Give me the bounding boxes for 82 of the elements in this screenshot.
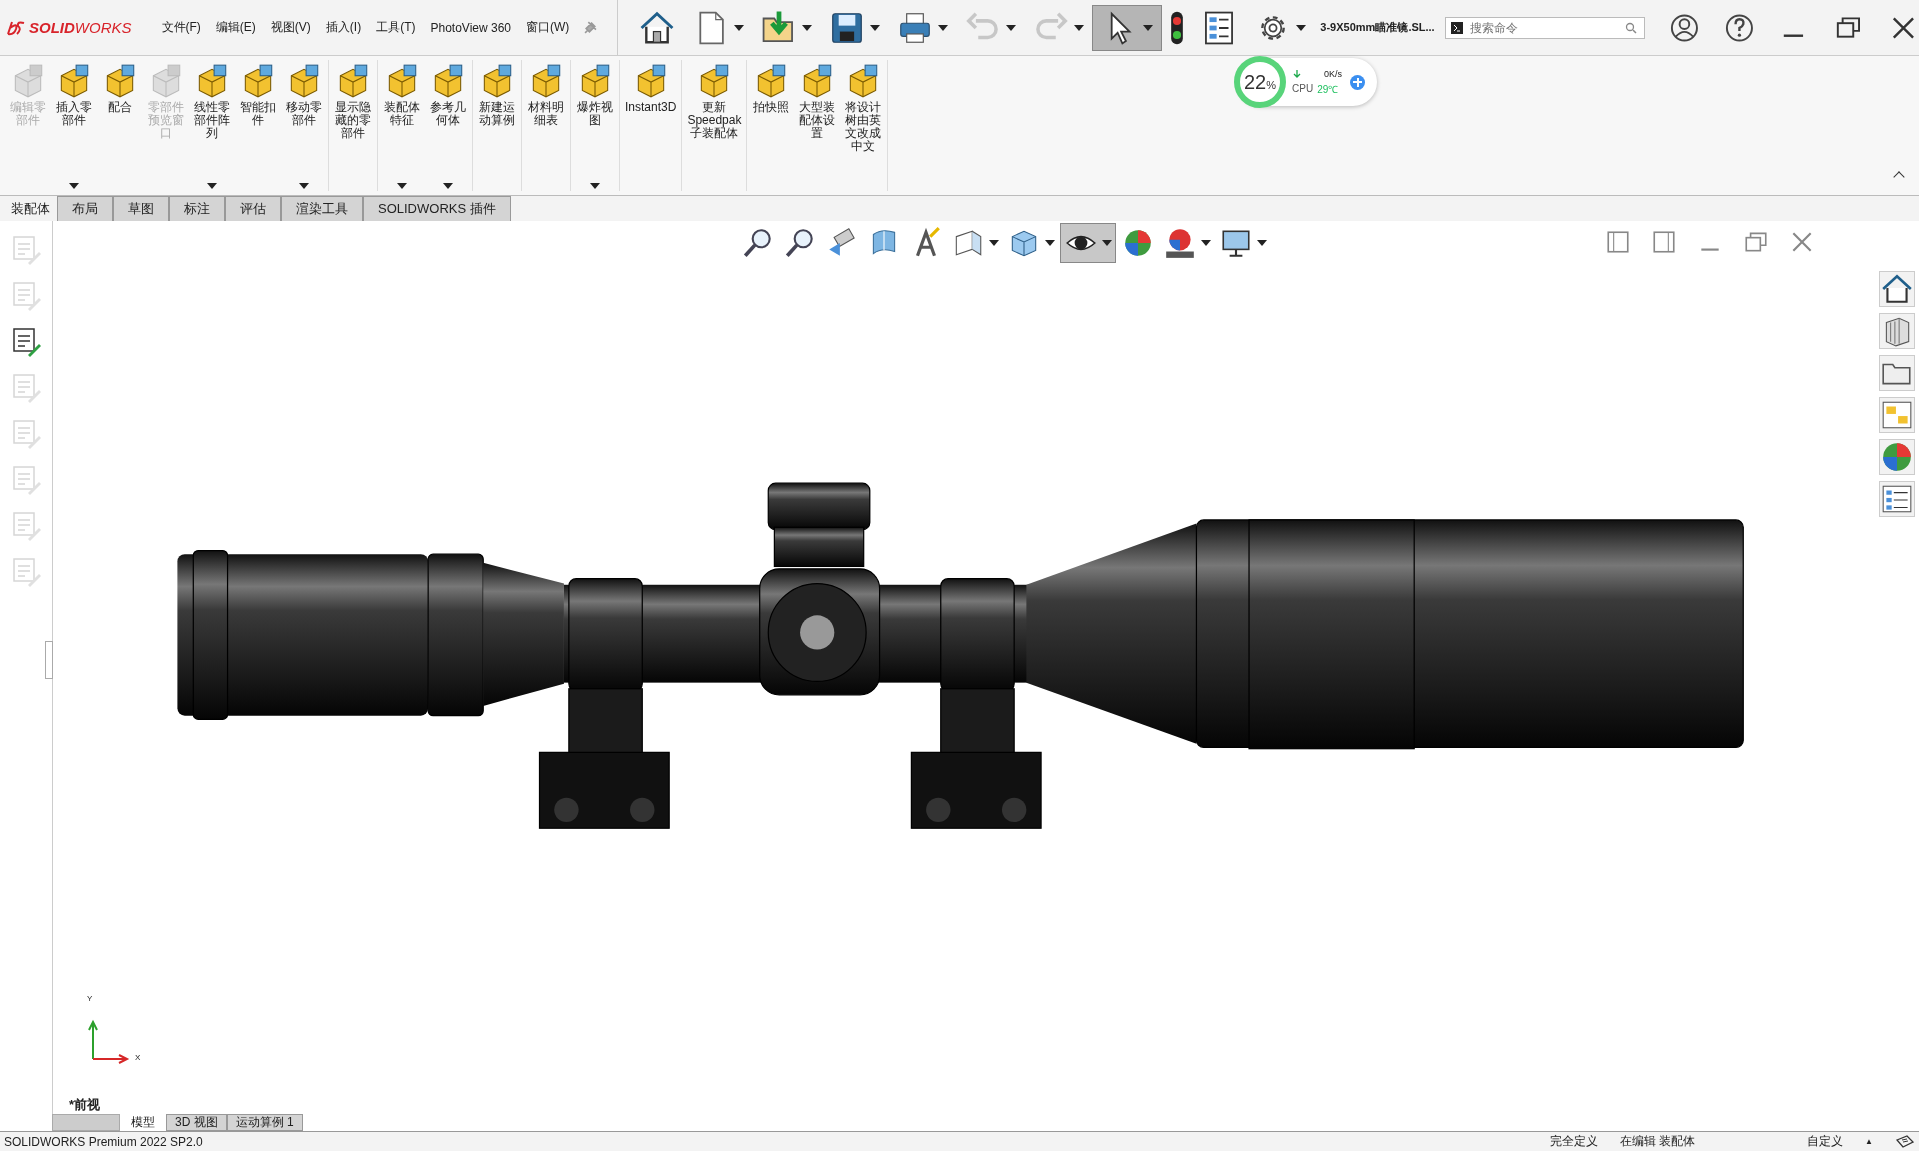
ribbon-button[interactable]: 将设计树由英文改成中文 [841, 60, 886, 195]
pin-icon[interactable] [584, 21, 598, 34]
caret-icon[interactable] [1257, 240, 1267, 246]
scene-icon [1163, 226, 1197, 260]
tile-left-icon[interactable] [1605, 229, 1631, 255]
status-text: 在编辑 装配体 [1619, 1133, 1696, 1150]
caret-icon[interactable] [938, 24, 949, 31]
command-tab[interactable]: 布局 [57, 196, 113, 221]
document-title: 3-9X50mm瞄准镜.SL... [1320, 20, 1435, 35]
ribbon-button[interactable]: 智能扣件 [236, 60, 280, 195]
ribbon-button[interactable]: 配合 [98, 60, 142, 195]
ribbon-button[interactable]: 大型装配体设置 [795, 60, 840, 195]
layout-icon[interactable] [1879, 397, 1915, 433]
ribbon-button[interactable]: 装配体特征 [380, 60, 424, 195]
command-tab[interactable]: 草图 [113, 196, 169, 221]
axis-label: Y [87, 994, 93, 1003]
caret-icon [590, 183, 600, 189]
search-icon[interactable] [1624, 21, 1637, 34]
caret-icon [397, 183, 407, 189]
book-icon[interactable] [1879, 313, 1915, 349]
logo-icon [6, 19, 26, 36]
home-icon[interactable] [1879, 271, 1915, 307]
ribbon-button[interactable]: 新建运动算例 [475, 60, 519, 195]
ribbon-button[interactable]: 拍快照 [749, 60, 794, 195]
annotation-tool-icon[interactable] [10, 325, 42, 357]
menu-item[interactable]: 插入(I) [325, 19, 362, 36]
units-menu[interactable]: 自定义 [1807, 1133, 1844, 1150]
menu-item[interactable]: 编辑(E) [215, 19, 256, 36]
caret-icon [443, 183, 453, 189]
axis-label: X [135, 1053, 141, 1062]
caret-icon[interactable] [1102, 240, 1112, 246]
logo-text: SOLIDWORKS [29, 19, 132, 36]
model-tab[interactable]: 3D 视图 [166, 1114, 227, 1131]
view-name: *前视 [69, 1096, 101, 1114]
add-button[interactable] [1350, 74, 1365, 90]
status-text: 完全定义 [1549, 1133, 1598, 1150]
menu-item[interactable]: 文件(F) [161, 19, 201, 36]
command-tab[interactable]: 渲染工具 [281, 196, 363, 221]
down-arrow-icon [1292, 68, 1302, 79]
ribbon-button[interactable]: Instant3D [622, 60, 680, 195]
caret-icon[interactable] [1296, 24, 1307, 31]
command-tab[interactable]: 评估 [225, 196, 281, 221]
tile-right-icon[interactable] [1651, 229, 1677, 255]
ribbon-button[interactable]: 插入零部件 [52, 60, 96, 195]
command-tab[interactable]: SOLIDWORKS 插件 [363, 196, 511, 221]
search-field[interactable]: 搜索命令 [1444, 16, 1645, 39]
ribbon-button[interactable]: 显示隐藏的零部件 [331, 60, 375, 195]
command-tab[interactable]: 标注 [169, 196, 225, 221]
ribbon-button[interactable]: 参考几何体 [426, 60, 470, 195]
caret-icon[interactable] [1143, 24, 1154, 31]
eye-button[interactable] [1060, 223, 1116, 263]
ribbon-button[interactable]: 更新Speedpak子装配体 [684, 60, 745, 195]
ribbon-button[interactable]: 线性零部件阵列 [190, 60, 234, 195]
caret-icon [299, 183, 309, 189]
product-version: SOLIDWORKS Premium 2022 SP2.0 [4, 1134, 204, 1149]
caret-icon[interactable] [802, 24, 813, 31]
caret-icon [69, 183, 79, 189]
network-speed: 0K/s [1324, 68, 1342, 79]
caret-icon[interactable] [989, 240, 999, 246]
folder-icon[interactable] [1879, 355, 1915, 391]
list-icon[interactable] [1879, 481, 1915, 517]
select-button[interactable] [1092, 4, 1163, 51]
caret-icon[interactable] [734, 24, 745, 31]
account-icon[interactable] [1668, 11, 1700, 44]
menu-item[interactable]: PhotoView 360 [430, 20, 511, 35]
ribbon-button[interactable]: 材料明细表 [524, 60, 568, 195]
cpu-temperature: 29℃ [1317, 82, 1339, 96]
ribbon-button[interactable]: 爆炸视图 [573, 60, 617, 195]
caret-icon[interactable] [1201, 240, 1211, 246]
caret-icon [207, 183, 217, 189]
ribbon-button[interactable]: 移动零部件 [282, 60, 326, 195]
help-icon[interactable] [1723, 11, 1755, 44]
panel-handle[interactable] [45, 641, 53, 679]
model-tab[interactable]: 运动算例 1 [226, 1114, 303, 1131]
menu-item[interactable]: 视图(V) [270, 19, 311, 36]
caret-icon[interactable] [870, 24, 881, 31]
message-icon[interactable] [1895, 1133, 1915, 1150]
cpu-label: CPU [1292, 83, 1314, 94]
caret-icon[interactable]: ▲ [1865, 1137, 1873, 1146]
menu-item[interactable]: 工具(T) [376, 19, 416, 36]
cpu-percent: 22% [1244, 70, 1276, 94]
menu-item[interactable]: 窗口(W) [526, 19, 570, 36]
